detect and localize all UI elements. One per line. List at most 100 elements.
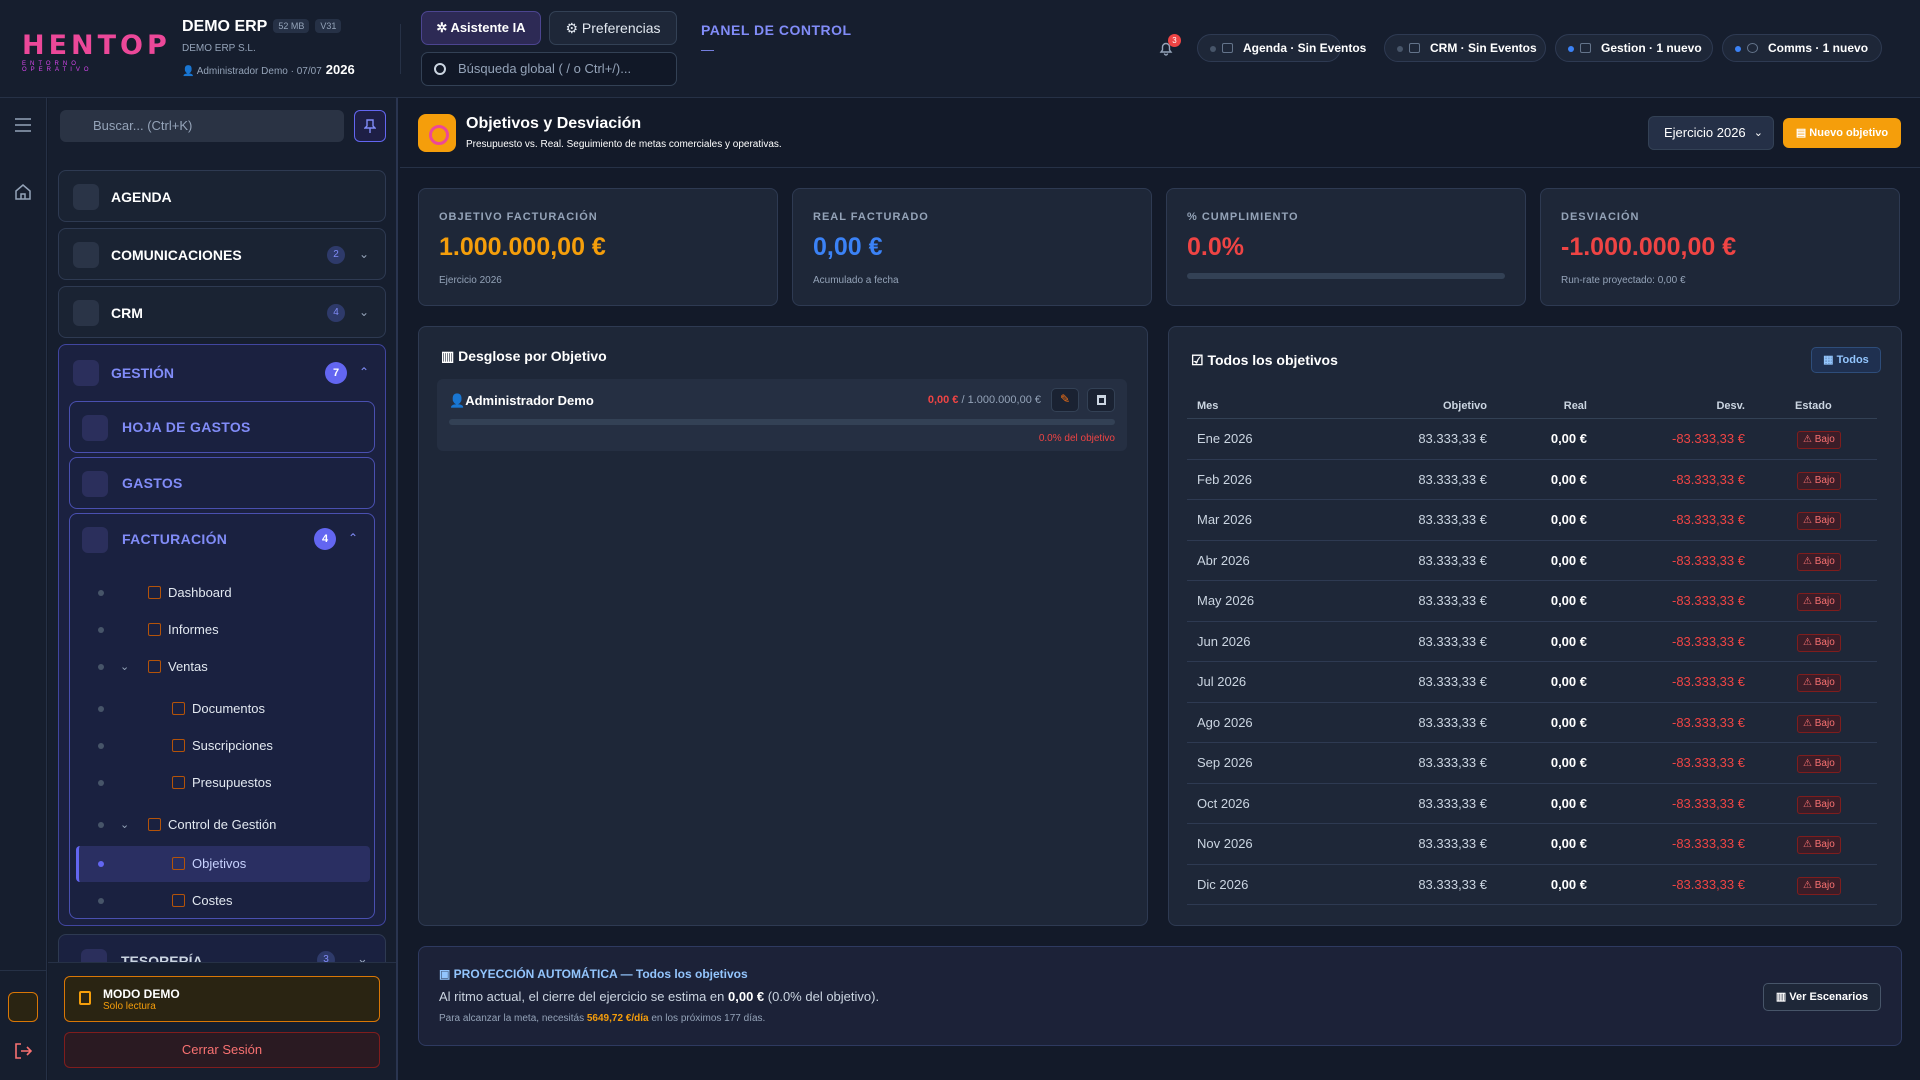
chevron-up-icon: ⌃ — [359, 365, 370, 379]
preferences-button[interactable]: ⚙ Preferencias — [549, 11, 677, 45]
chart-icon: ▥ — [1775, 991, 1790, 1003]
table-row[interactable]: Dic 2026 83.333,33 € 0,00 € -83.333,33 € ⚠ B… — [1187, 865, 1877, 905]
objectives-table-title-text: Todos los objetivos — [1207, 352, 1338, 368]
delete-objective-button[interactable] — [1087, 388, 1115, 412]
chip-label: Comms · 1 nuevo — [1768, 41, 1869, 55]
tree-item-costes[interactable]: Costes — [76, 886, 370, 916]
projection-requirement: Para alcanzar la meta, necesitás 5649,72… — [439, 1013, 765, 1024]
budget-icon — [172, 776, 185, 789]
table-row[interactable]: Abr 2026 83.333,33 € 0,00 € -83.333,33 € ⚠ B… — [1187, 541, 1877, 581]
brand-logo[interactable]: HENTOP ENTORNO OPERATIVO — [22, 32, 167, 74]
sidebar-search-input[interactable]: Buscar... (Ctrl+K) — [60, 110, 344, 142]
cell-deviation: -83.333,33 € — [1671, 836, 1745, 851]
crm-icon — [73, 300, 99, 326]
view-scenarios-button[interactable]: ▥ Ver Escenarios — [1763, 983, 1881, 1011]
table-row[interactable]: Nov 2026 83.333,33 € 0,00 € -83.333,33 € ⚠ B… — [1187, 824, 1877, 865]
table-row[interactable]: Mar 2026 83.333,33 € 0,00 € -83.333,33 € ⚠ B… — [1187, 500, 1877, 541]
logout-button[interactable]: Cerrar Sesión — [64, 1032, 380, 1068]
cell-real: 0,00 € — [1550, 471, 1587, 487]
cell-real: 0,00 € — [1550, 674, 1587, 689]
rocket-icon: ▣ — [439, 967, 454, 981]
target-icon — [172, 857, 185, 870]
status-dot — [1568, 46, 1574, 52]
pin-sidebar-button[interactable] — [354, 110, 386, 142]
target-icon — [418, 114, 456, 152]
tree-item-label: Documentos — [192, 701, 265, 716]
global-search-input[interactable]: Búsqueda global ( / o Ctrl+/)... — [421, 52, 677, 86]
ai-assistant-label: Asistente IA — [450, 20, 526, 35]
objectives-table: Mes Objetivo Real Desv. Estado Ene 2026 8… — [1187, 393, 1877, 905]
cell-deviation: -83.333,33 € — [1671, 593, 1745, 608]
message-icon — [1747, 43, 1758, 53]
sidebar-item-agenda[interactable]: AGENDA — [58, 170, 386, 222]
filter-todos-button[interactable]: ▦ Todos — [1811, 347, 1881, 373]
sidebar-item-hoja-de-gastos[interactable]: HOJA DE GASTOS — [69, 401, 375, 453]
pencil-icon: ✎ — [1060, 392, 1071, 406]
cell-month: Nov 2026 — [1197, 836, 1253, 851]
tree-item-informes[interactable]: Informes — [76, 615, 370, 645]
table-row[interactable]: Feb 2026 83.333,33 € 0,00 € -83.333,33 € ⚠ B… — [1187, 460, 1877, 500]
table-row[interactable]: Ago 2026 83.333,33 € 0,00 € -83.333,33 € ⚠ B… — [1187, 703, 1877, 743]
status-badge: ⚠ Bajo — [1797, 471, 1841, 490]
chevron-down-icon: ⌄ — [120, 661, 130, 673]
edit-objective-button[interactable]: ✎ — [1051, 388, 1079, 412]
cell-target: 83.333,33 € — [1418, 795, 1487, 811]
kpi-subtext: Ejercicio 2026 — [439, 275, 502, 286]
table-row[interactable]: Oct 2026 83.333,33 € 0,00 € -83.333,33 € ⚠ B… — [1187, 784, 1877, 824]
table-row[interactable]: Sep 2026 83.333,33 € 0,00 € -83.333,33 € ⚠ B… — [1187, 743, 1877, 784]
sidebar-item-crm[interactable]: CRM 4 ⌄ — [58, 286, 386, 338]
new-objective-button[interactable]: ▤ Nuevo objetivo — [1783, 118, 1901, 148]
kpi-label: DESVIACIÓN — [1561, 211, 1640, 223]
column-header: Objetivo — [1442, 400, 1487, 412]
table-row[interactable]: May 2026 83.333,33 € 0,00 € -83.333,33 € ⚠ B… — [1187, 581, 1877, 622]
sidebar-search-placeholder: Buscar... (Ctrl+K) — [93, 118, 193, 133]
cell-target: 83.333,33 € — [1418, 552, 1487, 568]
chip-crm[interactable]: CRM · Sin Eventos — [1384, 34, 1546, 62]
checklist-icon: ☑ — [1191, 352, 1208, 368]
sidebar-item-comunicaciones[interactable]: COMUNICACIONES 2 ⌄ — [58, 228, 386, 280]
kpi-subtext: Run-rate proyectado: 0,00 € — [1561, 275, 1686, 286]
logout-icon[interactable] — [14, 1043, 32, 1059]
sidebar-item-gastos[interactable]: GASTOS — [69, 457, 375, 509]
status-badge: ⚠ Bajo — [1797, 755, 1841, 773]
year-select[interactable]: Ejercicio 2026 ⌄ — [1648, 116, 1774, 150]
cell-deviation: -83.333,33 € — [1671, 552, 1745, 568]
tree-item-label: Informes — [168, 622, 219, 637]
chip-comms[interactable]: Comms · 1 nuevo — [1722, 34, 1882, 62]
chip-agenda[interactable]: Agenda · Sin Eventos — [1197, 34, 1366, 62]
status-badge: ⚠ Bajo — [1797, 674, 1841, 692]
tree-item-presupuestos[interactable]: Presupuestos — [76, 768, 370, 798]
count-badge: 7 — [325, 362, 347, 384]
kpi-label: REAL FACTURADO — [813, 211, 929, 223]
tree-item-suscripciones[interactable]: Suscripciones — [76, 731, 370, 761]
sidebar-item-facturacion[interactable]: FACTURACIÓN 4 ⌃ — [70, 514, 374, 564]
ai-assistant-button[interactable]: ✲ Asistente IA — [421, 11, 541, 45]
table-row[interactable]: Jun 2026 83.333,33 € 0,00 € -83.333,33 € ⚠ B… — [1187, 622, 1877, 662]
new-objective-label: Nuevo objetivo — [1809, 127, 1889, 139]
tree-bullet — [98, 780, 104, 786]
sidebar-item-gestion[interactable]: GESTIÓN 7 ⌃ — [59, 345, 385, 401]
company-legal-name: DEMO ERP S.L. — [182, 43, 256, 54]
tree-item-ventas[interactable]: ⌄ Ventas — [76, 652, 370, 682]
chevron-up-icon: ⌃ — [348, 531, 359, 545]
table-row[interactable]: Jul 2026 83.333,33 € 0,00 € -83.333,33 € ⚠ B… — [1187, 662, 1877, 703]
demo-mode-icon[interactable] — [8, 992, 38, 1022]
tree-item-control-de-gestion[interactable]: ⌄ Control de Gestión — [76, 810, 370, 840]
projection-summary: Al ritmo actual, el cierre del ejercicio… — [439, 989, 879, 1004]
tree-item-documentos[interactable]: Documentos — [76, 694, 370, 724]
sidebar-item-label: CRM — [111, 305, 143, 321]
chip-gestion[interactable]: Gestion · 1 nuevo — [1555, 34, 1713, 62]
tree-item-objetivos[interactable]: Objetivos — [76, 846, 370, 882]
user-name: Administrador Demo — [196, 66, 288, 77]
tree-item-label: Suscripciones — [192, 738, 273, 753]
menu-icon[interactable] — [15, 118, 31, 132]
cell-deviation: -83.333,33 € — [1671, 876, 1745, 892]
trash-icon — [1097, 395, 1106, 405]
sidebar-item-label: AGENDA — [111, 189, 172, 205]
table-row[interactable]: Ene 2026 83.333,33 € 0,00 € -83.333,33 € ⚠ B… — [1187, 419, 1877, 460]
divider — [0, 970, 47, 971]
chevron-down-icon: ⌄ — [120, 819, 130, 831]
company-info: DEMO ERP 52 MB V31 DEMO ERP S.L. 👤 Adminis… — [182, 18, 355, 77]
home-icon[interactable] — [14, 183, 32, 200]
tree-item-dashboard[interactable]: Dashboard — [76, 578, 370, 608]
